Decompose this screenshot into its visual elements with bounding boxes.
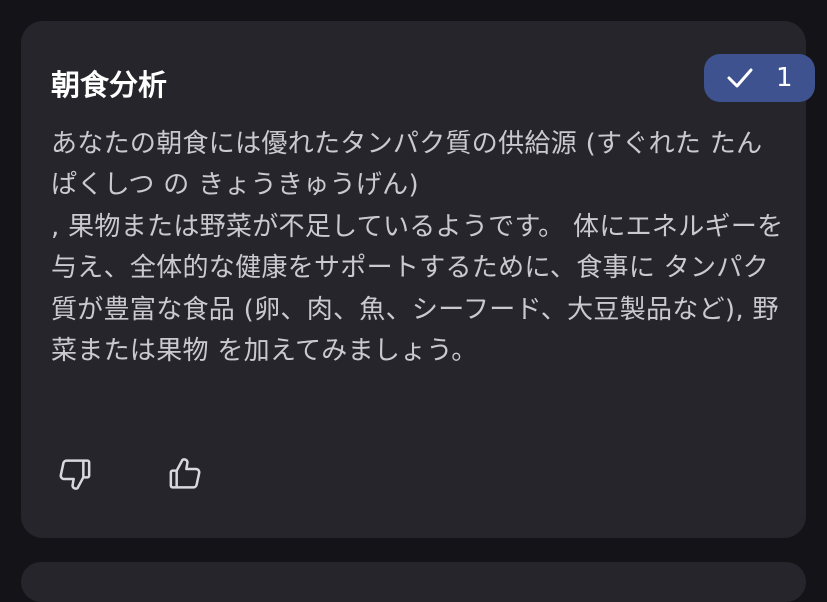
selection-count-badge[interactable]: 1: [704, 54, 815, 102]
card-body-text: あなたの朝食には優れたタンパク質の供給源 (すぐれた たんぱくしつ の きょうき…: [51, 129, 784, 367]
check-icon: [727, 68, 753, 88]
card-title: 朝食分析: [51, 68, 168, 102]
analysis-card: 1 朝食分析 あなたの朝食には優れたタンパク質の供給源 (すぐれた たんぱくしつ…: [21, 21, 815, 538]
dislike-button[interactable]: [55, 454, 95, 494]
thumbs-down-icon: [59, 459, 91, 490]
thumbs-up-icon: [169, 458, 201, 489]
feedback-actions: [55, 454, 201, 494]
selection-count: 1: [776, 63, 793, 93]
next-card-edge: [21, 562, 806, 602]
like-button[interactable]: [165, 454, 205, 494]
